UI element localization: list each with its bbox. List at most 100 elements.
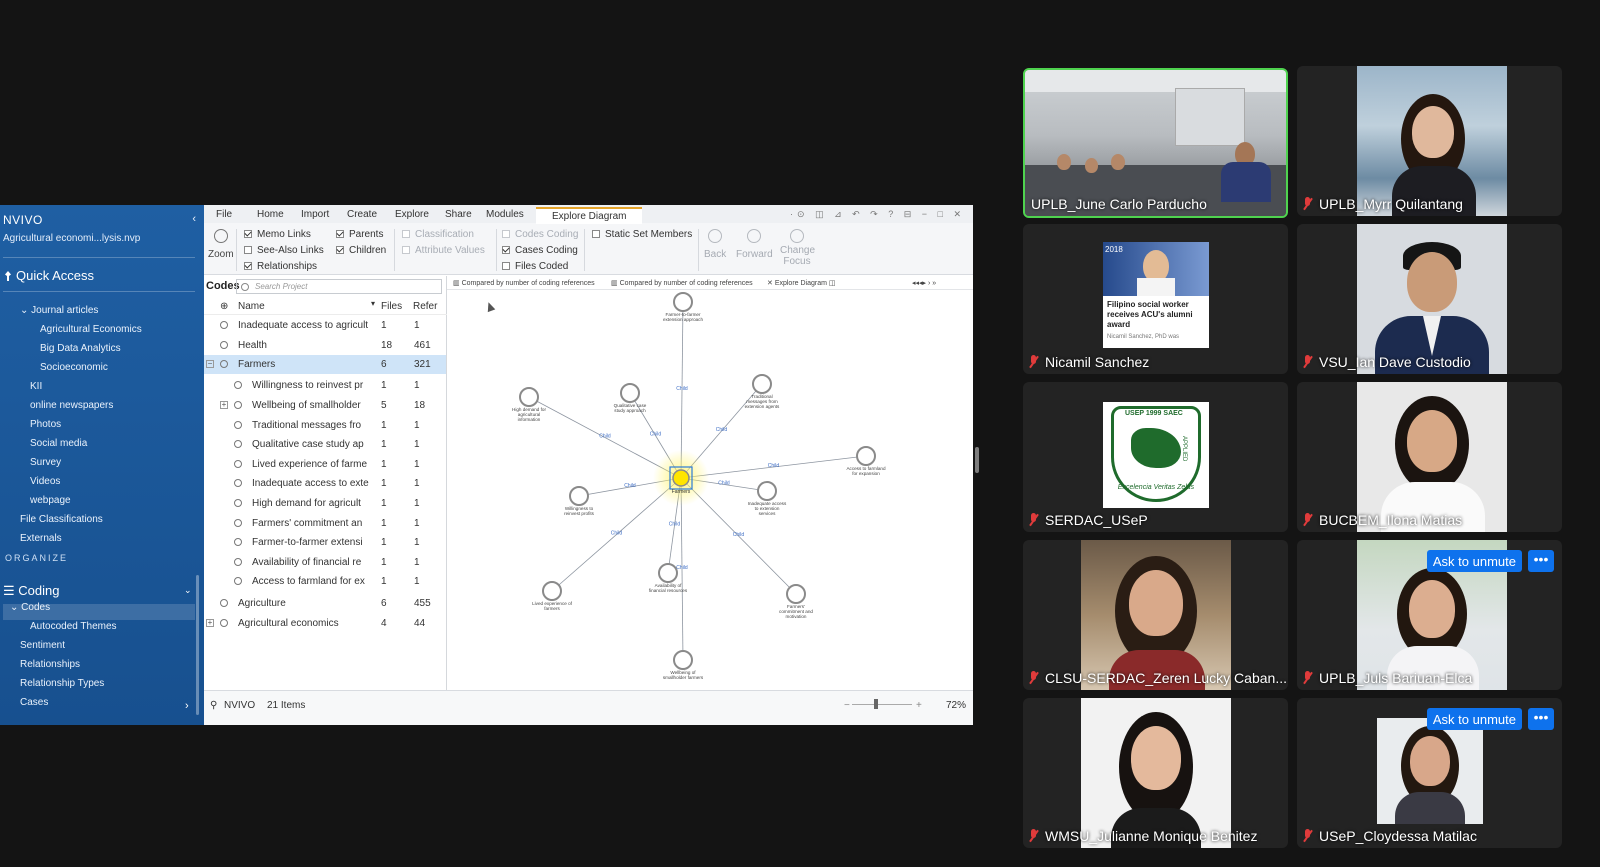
table-row[interactable]: Access to farmland for ex 1 1 [204, 572, 446, 591]
menu-modules[interactable]: Modules [486, 209, 524, 220]
chevron-down-icon[interactable]: ⌄ [20, 305, 31, 316]
zoom-out-icon[interactable]: − [844, 700, 850, 711]
collapse-nav-icon[interactable]: ‹ [192, 213, 196, 225]
menu-create[interactable]: Create [347, 209, 377, 220]
menu-explore[interactable]: Explore [395, 209, 429, 220]
nav-item[interactable]: Autocoded Themes [30, 621, 117, 632]
table-row[interactable]: Lived experience of farme 1 1 [204, 455, 446, 474]
nav-item[interactable]: Agricultural Economics [40, 324, 142, 335]
tab-navigation[interactable]: ◂◂◂▸ › » [912, 279, 936, 287]
diagram-node[interactable] [856, 446, 876, 466]
children-checkbox[interactable]: Children [336, 245, 386, 256]
nav-item[interactable]: Sentiment [20, 640, 65, 651]
node-label[interactable]: farmers [544, 606, 560, 611]
explore-diagram-canvas[interactable]: Child Child Child Child Child Child Child Child… [447, 290, 973, 690]
nav-item[interactable]: ⌄ Journal articles [20, 305, 98, 316]
nav-item[interactable]: Relationship Types [20, 678, 104, 689]
tab-compared-by-references-1[interactable]: ▥ Compared by number of coding reference… [453, 279, 595, 287]
attribute-values-checkbox[interactable]: Attribute Values [402, 245, 485, 256]
table-row[interactable]: Availability of financial re 1 1 [204, 553, 446, 572]
tab-explore-diagram-view[interactable]: ✕ Explore Diagram ◫ [767, 279, 836, 287]
nav-item[interactable]: Videos [30, 476, 60, 487]
column-name[interactable]: Name [238, 301, 265, 312]
see-also-links-checkbox[interactable]: See-Also Links [244, 245, 324, 256]
chevron-down-icon[interactable]: ⌄ [10, 602, 21, 613]
back-button[interactable]: Back [704, 229, 726, 260]
node-label[interactable]: extension agents [745, 404, 780, 409]
zoom-button[interactable]: Zoom [208, 229, 234, 260]
diagram-node[interactable] [542, 581, 562, 601]
node-label[interactable]: for expansion [852, 471, 880, 476]
nav-item[interactable]: Relationships [20, 659, 80, 670]
table-row[interactable]: Willingness to reinvest pr 1 1 [204, 376, 446, 395]
collapse-icon[interactable]: − [206, 360, 214, 368]
tab-explore-diagram[interactable]: Explore Diagram [536, 207, 643, 224]
table-row[interactable]: Qualitative case study ap 1 1 [204, 435, 446, 454]
menu-file[interactable]: File [216, 209, 232, 220]
codes-coding-checkbox[interactable]: Codes Coding [502, 229, 578, 240]
more-options-button[interactable]: ••• [1528, 708, 1554, 730]
memo-links-checkbox[interactable]: Memo Links [244, 229, 311, 240]
expand-icon[interactable]: + [220, 401, 228, 409]
node-label[interactable]: motivation [786, 614, 807, 619]
diagram-node[interactable] [752, 374, 772, 394]
chevron-right-icon[interactable]: › [185, 700, 189, 712]
sort-icon[interactable]: ▾ [371, 299, 375, 308]
nav-item[interactable]: Social media [30, 438, 87, 449]
quick-access-heading[interactable]: Quick Access [3, 268, 94, 283]
column-references[interactable]: Refer [413, 301, 437, 312]
coding-heading[interactable]: ☰ Coding ⌄ [3, 583, 192, 599]
participant-tile[interactable]: USEP 1999 SAEC Excelencia Veritas Zelus … [1023, 382, 1288, 532]
table-row[interactable]: Inadequate access to exte 1 1 [204, 474, 446, 493]
chevron-down-icon[interactable]: ⌄ [184, 585, 192, 596]
table-row[interactable]: Traditional messages fro 1 1 [204, 416, 446, 435]
ask-to-unmute-button[interactable]: Ask to unmute [1426, 708, 1522, 730]
column-files[interactable]: Files [381, 301, 402, 312]
table-row[interactable]: High demand for agricult 1 1 [204, 494, 446, 513]
node-label[interactable]: study approach [614, 408, 646, 413]
nav-item[interactable]: ⌄ Codes [10, 602, 50, 613]
diagram-node[interactable] [519, 387, 539, 407]
node-label[interactable]: services [759, 511, 777, 516]
diagram-node[interactable] [673, 650, 693, 670]
node-label[interactable]: extension approach [663, 317, 704, 322]
table-row[interactable]: + Agricultural economics 4 44 [204, 614, 446, 633]
nav-item[interactable]: Cases [20, 697, 48, 708]
nav-scrollbar[interactable] [196, 575, 199, 715]
nav-item[interactable]: Big Data Analytics [40, 343, 121, 354]
node-label[interactable]: financial resources [649, 588, 688, 593]
classification-checkbox[interactable]: Classification [402, 229, 474, 240]
nav-item[interactable]: Socioeconomic [40, 362, 108, 373]
participant-tile[interactable]: VSU_Ian Dave Custodio [1297, 224, 1562, 374]
diagram-node[interactable] [620, 383, 640, 403]
diagram-node[interactable] [757, 481, 777, 501]
zoom-slider-handle[interactable] [874, 699, 878, 709]
node-label[interactable]: information [518, 417, 541, 422]
focus-node[interactable] [672, 469, 690, 487]
nav-item[interactable]: online newspapers [30, 400, 113, 411]
menu-home[interactable]: Home [257, 209, 284, 220]
participant-tile[interactable]: Ask to unmute ••• USeP_Cloydessa Matilac [1297, 698, 1562, 848]
focus-node-label[interactable]: Farmers [672, 489, 691, 495]
relationships-checkbox[interactable]: Relationships [244, 261, 317, 272]
cases-coding-checkbox[interactable]: Cases Coding [502, 245, 578, 256]
nav-item[interactable]: Survey [30, 457, 61, 468]
table-row[interactable]: − Farmers 6 321 [204, 355, 446, 374]
diagram-node[interactable] [673, 292, 693, 312]
table-row[interactable]: Inadequate access to agricult 1 1 [204, 316, 446, 335]
nav-item[interactable]: Photos [30, 419, 61, 430]
menu-share[interactable]: Share [445, 209, 472, 220]
static-set-members-checkbox[interactable]: Static Set Members [592, 229, 692, 240]
nav-item[interactable]: KII [30, 381, 42, 392]
change-focus-button[interactable]: Change Focus [780, 229, 815, 267]
diagram-node[interactable] [569, 486, 589, 506]
participant-tile[interactable]: UPLB_June Carlo Parducho [1023, 68, 1288, 218]
table-row[interactable]: Health 18 461 [204, 336, 446, 355]
participant-tile[interactable]: BUCBEM_Ilona Matias [1297, 382, 1562, 532]
participant-tile[interactable]: 2018 Filipino social worker receives ACU… [1023, 224, 1288, 374]
node-label[interactable]: smallholder farmers [663, 675, 704, 680]
table-row[interactable]: + Wellbeing of smallholder 5 18 [204, 396, 446, 415]
zoom-in-icon[interactable]: + [916, 700, 922, 711]
more-options-button[interactable]: ••• [1528, 550, 1554, 572]
menu-import[interactable]: Import [301, 209, 329, 220]
